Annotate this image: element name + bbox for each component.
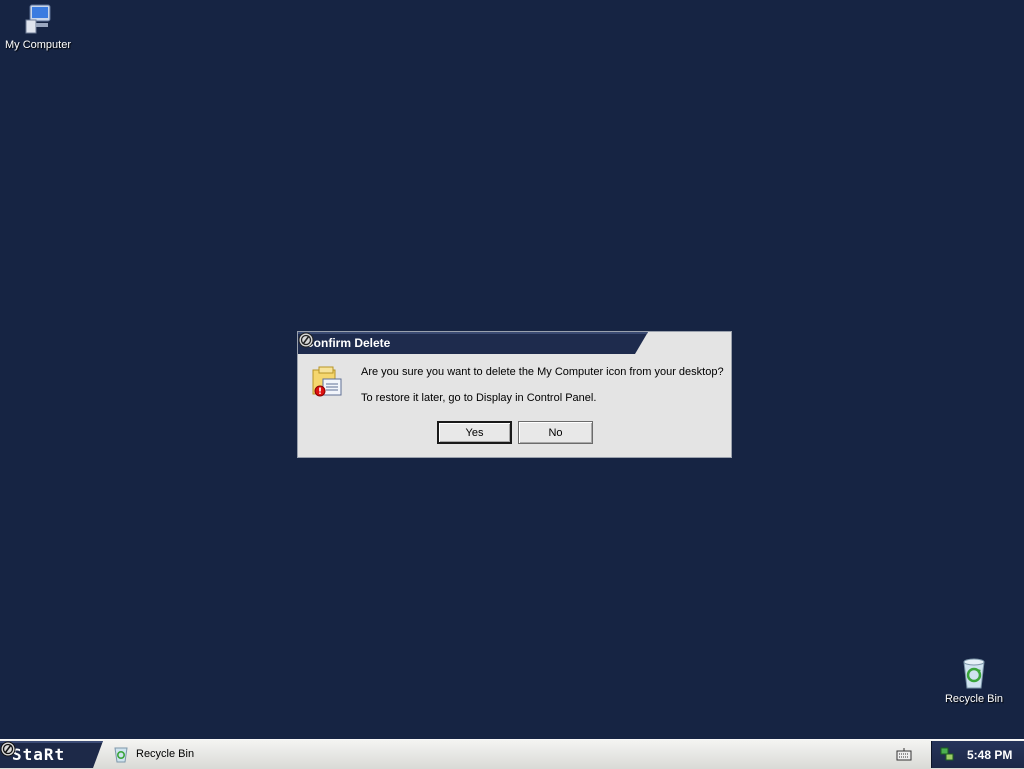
- dialog-title: Confirm Delete: [305, 336, 391, 350]
- dialog-titlebar[interactable]: Confirm Delete: [298, 332, 731, 354]
- dialog-hint: To restore it later, go to Display in Co…: [361, 392, 597, 404]
- keyboard-icon[interactable]: [896, 747, 912, 761]
- desktop-icon-recycle-bin[interactable]: Recycle Bin: [936, 656, 1012, 705]
- taskbar-item-recycle-bin[interactable]: Recycle Bin: [112, 743, 194, 765]
- recycle-bin-icon: [963, 658, 985, 689]
- network-icon[interactable]: [940, 747, 954, 761]
- taskbar-item-label: Recycle Bin: [136, 748, 195, 760]
- system-tray: 5:48 PM: [931, 741, 1024, 768]
- start-label: StaRt: [12, 745, 66, 764]
- my-computer-icon: [25, 4, 51, 34]
- clock[interactable]: 5:48 PM: [967, 748, 1012, 762]
- delete-warning-icon: [312, 366, 342, 397]
- close-icon[interactable]: [298, 332, 314, 348]
- taskbar: StaRt Recycle Bin 5:48 PM: [0, 739, 1024, 769]
- confirm-delete-dialog: Confirm Delete Are you sure you want to …: [297, 331, 732, 458]
- desktop-icon-my-computer[interactable]: My Computer: [0, 2, 76, 51]
- start-button[interactable]: StaRt: [0, 741, 103, 768]
- no-button[interactable]: No: [518, 421, 593, 444]
- dialog-message: Are you sure you want to delete the My C…: [361, 366, 724, 378]
- yes-button[interactable]: Yes: [437, 421, 512, 444]
- recycle-bin-icon: [114, 747, 128, 763]
- start-orb-icon: [0, 741, 16, 757]
- desktop-icon-label: My Computer: [4, 39, 72, 51]
- desktop-icon-label: Recycle Bin: [944, 693, 1004, 705]
